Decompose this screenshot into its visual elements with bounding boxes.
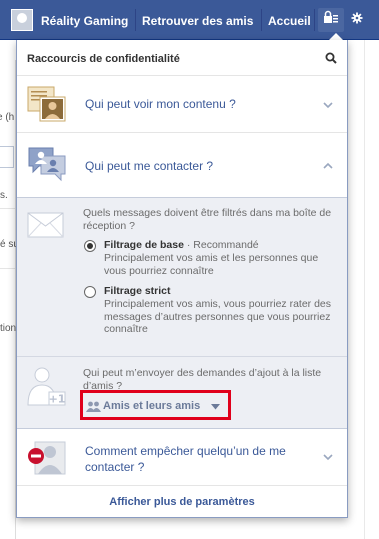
lock-icon xyxy=(324,10,338,23)
recommended-tag: · Recommandé xyxy=(183,239,259,251)
nav-separator xyxy=(135,9,136,31)
background-page-right xyxy=(360,40,379,539)
block-someone-label: Comment empêcher quelqu’un de me contact… xyxy=(85,444,286,474)
who-can-contact-row[interactable]: Qui peut me contacter ? xyxy=(17,134,347,197)
background-divider xyxy=(0,268,15,269)
who-can-contact-label: Qui peut me contacter ? xyxy=(85,159,214,173)
chevron-up-icon xyxy=(323,162,333,169)
strict-filter-radio[interactable] xyxy=(84,286,96,298)
chevron-down-icon xyxy=(323,102,333,109)
basic-filter-title: Filtrage de base · Recommandé xyxy=(104,239,259,251)
block-user-icon xyxy=(28,441,66,475)
background-text: e (h xyxy=(0,112,15,123)
who-can-see-label: Qui peut voir mon contenu ? xyxy=(85,97,236,111)
search-icon[interactable] xyxy=(325,52,337,64)
profile-link[interactable]: Réality Gaming xyxy=(41,14,128,28)
envelope-icon xyxy=(27,212,64,238)
content-visibility-icon xyxy=(27,86,66,122)
friends-icon xyxy=(86,401,101,412)
friend-requests-audience-dropdown[interactable]: Amis et leurs amis xyxy=(80,390,231,420)
panel-title: Raccourcis de confidentialité xyxy=(27,53,180,65)
panel-header: Raccourcis de confidentialité xyxy=(17,40,347,76)
add-friend-icon: +1 xyxy=(27,367,66,406)
background-page xyxy=(0,60,16,539)
background-field xyxy=(0,146,14,168)
strict-filter-description: Principalement vos amis, vous pourriez r… xyxy=(104,298,332,335)
panel-footer: Afficher plus de paramètres xyxy=(17,486,347,518)
panel-caret xyxy=(329,33,343,40)
message-filter-question: Quels messages doivent être filtrés dans… xyxy=(83,207,332,232)
who-can-see-row[interactable]: Qui peut voir mon contenu ? xyxy=(17,77,347,133)
caret-down-icon xyxy=(211,404,220,410)
gear-icon xyxy=(351,12,363,24)
section-divider xyxy=(17,356,347,357)
find-friends-link[interactable]: Retrouver des amis xyxy=(142,14,253,28)
background-text: tion xyxy=(0,323,17,334)
contact-bubbles-icon xyxy=(28,147,66,182)
svg-text:+1: +1 xyxy=(49,393,66,406)
nav-separator xyxy=(314,9,315,31)
background-divider xyxy=(0,208,15,209)
friend-requests-question: Qui peut m’envoyer des demandes d’ajout … xyxy=(83,367,322,392)
home-link[interactable]: Accueil xyxy=(268,14,311,28)
see-more-settings-link[interactable]: Afficher plus de paramètres xyxy=(17,496,347,508)
audience-label: Amis et leurs amis xyxy=(103,400,201,412)
chevron-down-icon xyxy=(323,454,333,461)
top-bar: Réality Gaming Retrouver des amis Accuei… xyxy=(0,0,379,40)
background-text: s. xyxy=(0,190,8,201)
basic-filter-radio[interactable] xyxy=(84,240,96,252)
nav-separator xyxy=(261,9,262,31)
privacy-shortcuts-panel: Raccourcis de confidentialité Qui peut v… xyxy=(16,40,348,518)
settings-gear-icon[interactable] xyxy=(344,8,370,32)
basic-filter-description: Principalement vos amis et les personnes… xyxy=(104,252,319,277)
avatar[interactable] xyxy=(11,9,33,31)
privacy-shortcuts-icon[interactable] xyxy=(318,8,344,32)
strict-filter-title: Filtrage strict xyxy=(104,285,171,297)
block-someone-row[interactable]: Comment empêcher quelqu’un de me contact… xyxy=(17,428,347,486)
